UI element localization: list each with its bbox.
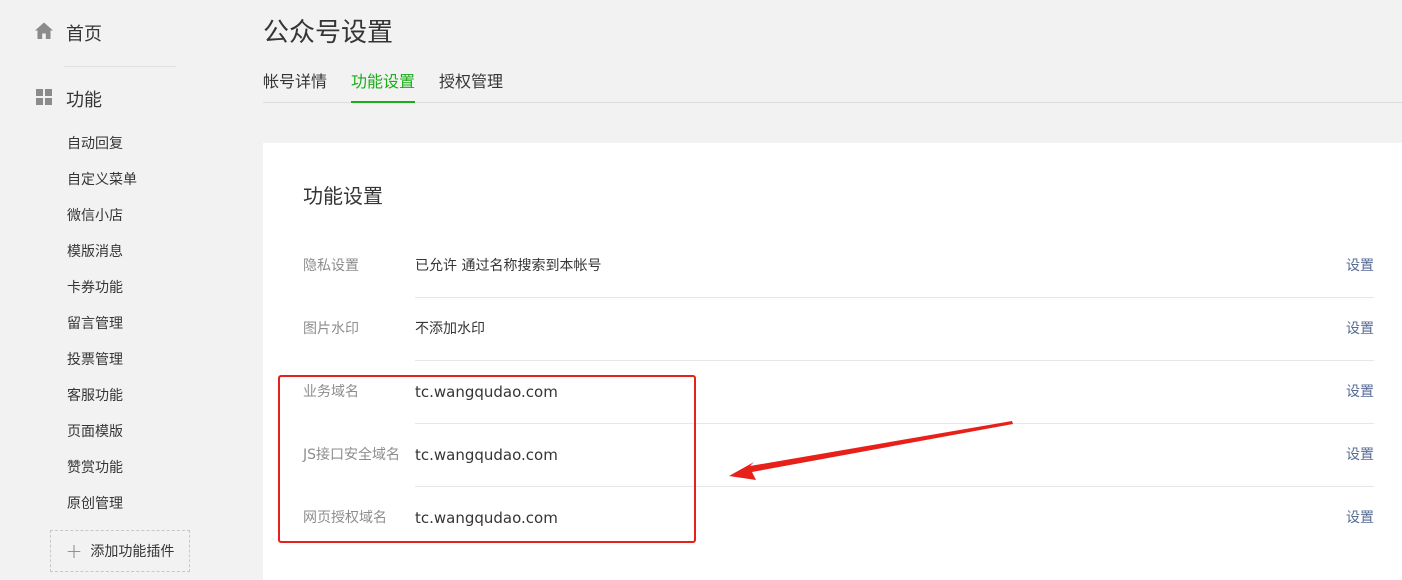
sidebar-item-function-label: 功能	[66, 90, 102, 111]
setting-row-watermark: 图片水印 不添加水印 设置	[303, 298, 1374, 361]
sidebar-item-home[interactable]: 首页	[34, 20, 102, 46]
sidebar-item-original[interactable]: 原创管理	[67, 486, 137, 522]
setting-action-link[interactable]: 设置	[1346, 235, 1374, 298]
setting-action-link[interactable]: 设置	[1346, 424, 1374, 487]
sidebar-item-voting[interactable]: 投票管理	[67, 342, 137, 378]
function-submenu: 自动回复 自定义菜单 微信小店 模版消息 卡券功能 留言管理 投票管理 客服功能…	[67, 126, 137, 522]
setting-row-oauth-domain: 网页授权域名 tc.wangqudao.com 设置	[303, 487, 1374, 550]
setting-action-link[interactable]: 设置	[1346, 361, 1374, 424]
tab-function-settings[interactable]: 功能设置	[351, 62, 416, 103]
setting-key: JS接口安全域名	[303, 447, 401, 463]
sidebar-item-page-template[interactable]: 页面模版	[67, 414, 137, 450]
setting-key: 图片水印	[303, 321, 359, 337]
add-plugin-button[interactable]: + 添加功能插件	[50, 530, 190, 572]
page-title: 公众号设置	[263, 18, 394, 48]
tab-authorization[interactable]: 授权管理	[439, 62, 503, 102]
setting-key: 业务域名	[303, 384, 359, 400]
sidebar-divider	[64, 66, 176, 67]
setting-value: 不添加水印	[415, 321, 485, 337]
setting-value: tc.wangqudao.com	[415, 446, 558, 464]
sidebar-item-function[interactable]: 功能	[34, 86, 102, 112]
home-icon	[34, 21, 54, 45]
setting-row-business-domain: 业务域名 tc.wangqudao.com 设置	[303, 361, 1374, 424]
sidebar-item-coupons[interactable]: 卡券功能	[67, 270, 137, 306]
sidebar-item-customer-service[interactable]: 客服功能	[67, 378, 137, 414]
setting-value: 已允许 通过名称搜索到本帐号	[415, 258, 602, 274]
tab-account-details[interactable]: 帐号详情	[263, 62, 327, 102]
sidebar-item-auto-reply[interactable]: 自动回复	[67, 126, 137, 162]
grid-icon	[34, 87, 54, 111]
setting-row-js-domain: JS接口安全域名 tc.wangqudao.com 设置	[303, 424, 1374, 487]
setting-key: 网页授权域名	[303, 510, 387, 526]
sidebar-item-home-label: 首页	[66, 24, 102, 45]
tab-bar: 帐号详情 功能设置 授权管理	[263, 62, 1402, 103]
add-plugin-label: 添加功能插件	[90, 544, 175, 560]
sidebar-item-reward[interactable]: 赞赏功能	[67, 450, 137, 486]
setting-row-privacy: 隐私设置 已允许 通过名称搜索到本帐号 设置	[303, 235, 1374, 298]
app-root: 首页 功能 自动回复 自定义菜单 微信小店 模版消息 卡券功能 留言管理 投票管…	[0, 0, 1402, 580]
setting-value: tc.wangqudao.com	[415, 509, 558, 527]
setting-value: tc.wangqudao.com	[415, 383, 558, 401]
sidebar: 首页 功能 自动回复 自定义菜单 微信小店 模版消息 卡券功能 留言管理 投票管…	[0, 0, 230, 580]
sidebar-item-template-message[interactable]: 模版消息	[67, 234, 137, 270]
setting-action-link[interactable]: 设置	[1346, 298, 1374, 361]
sidebar-item-wechat-store[interactable]: 微信小店	[67, 198, 137, 234]
sidebar-item-custom-menu[interactable]: 自定义菜单	[67, 162, 137, 198]
card-title: 功能设置	[303, 184, 383, 208]
setting-key: 隐私设置	[303, 258, 359, 274]
settings-card: 功能设置 隐私设置 已允许 通过名称搜索到本帐号 设置 图片水印 不添加水印 设…	[263, 143, 1402, 580]
setting-action-link[interactable]: 设置	[1346, 487, 1374, 550]
plus-icon: +	[65, 539, 83, 563]
sidebar-item-comments[interactable]: 留言管理	[67, 306, 137, 342]
